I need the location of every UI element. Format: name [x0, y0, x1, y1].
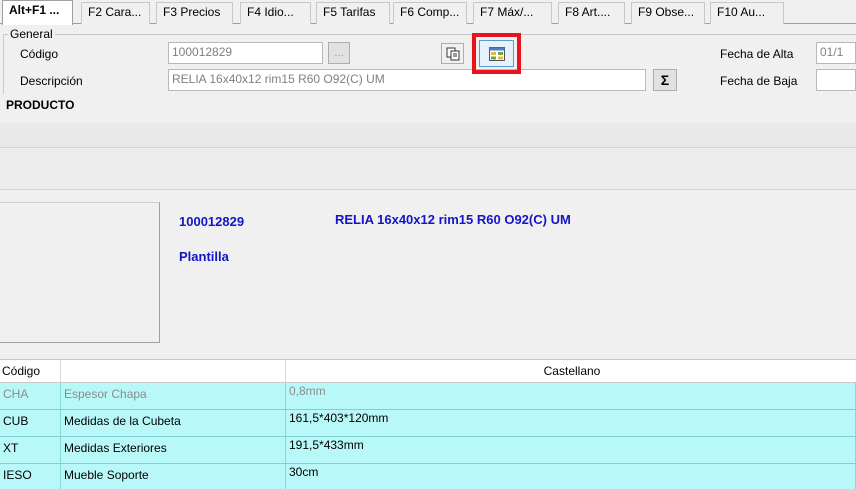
- tab-strip: Alt+F1 ... F2 Cara... F3 Precios F4 Idio…: [0, 0, 856, 25]
- row-code: XT: [0, 437, 61, 463]
- codigo-label: Código: [20, 47, 59, 61]
- table-row[interactable]: IESO Mueble Soporte 30cm: [0, 464, 856, 489]
- fecha-alta-label: Fecha de Alta: [720, 47, 794, 61]
- tab-compras[interactable]: F6 Comp...: [393, 2, 467, 24]
- tab-idiomas[interactable]: F4 Idio...: [240, 2, 311, 24]
- grid-header: Código Castellano: [0, 359, 856, 383]
- col-codigo-header[interactable]: Código: [0, 360, 61, 383]
- row-value[interactable]: 0,8mm: [286, 383, 856, 409]
- fecha-baja-label: Fecha de Baja: [720, 74, 798, 88]
- row-code: IESO: [0, 464, 61, 489]
- tab-observaciones[interactable]: F9 Obse...: [631, 2, 705, 24]
- row-name: Espesor Chapa: [61, 383, 286, 409]
- tab-auxiliar[interactable]: F10 Au...: [710, 2, 784, 24]
- tab-articulos[interactable]: F8 Art....: [558, 2, 625, 24]
- copy-icon: [446, 47, 459, 60]
- general-group-title: General: [8, 27, 55, 41]
- product-image-box: [0, 202, 160, 343]
- col-castellano-header[interactable]: Castellano: [286, 360, 856, 383]
- row-code: CUB: [0, 410, 61, 436]
- tab-caracteristicas[interactable]: F2 Cara...: [81, 2, 150, 24]
- header-band-1: [0, 123, 856, 148]
- row-value[interactable]: 191,5*433mm: [286, 437, 856, 463]
- codigo-field[interactable]: 100012829: [168, 42, 323, 64]
- table-row[interactable]: CUB Medidas de la Cubeta 161,5*403*120mm: [0, 410, 856, 437]
- row-code: CHA: [0, 383, 61, 409]
- product-code: 100012829: [179, 214, 245, 229]
- producto-title: PRODUCTO: [6, 98, 75, 112]
- table-row[interactable]: CHA Espesor Chapa 0,8mm: [0, 383, 856, 410]
- fecha-alta-field[interactable]: 01/1: [816, 42, 856, 64]
- copy-button[interactable]: [441, 43, 464, 64]
- row-name: Medidas de la Cubeta: [61, 410, 286, 436]
- product-subtitle: Plantilla: [179, 249, 229, 264]
- tab-maximos[interactable]: F7 Máx/...: [473, 2, 552, 24]
- descripcion-label: Descripción: [20, 74, 83, 88]
- sigma-button[interactable]: Σ: [653, 69, 677, 91]
- table-row[interactable]: XT Medidas Exteriores 191,5*433mm: [0, 437, 856, 464]
- grid-view-button[interactable]: [479, 40, 514, 67]
- fecha-baja-field[interactable]: [816, 69, 856, 91]
- tab-tarifas[interactable]: F5 Tarifas: [316, 2, 390, 24]
- header-band-2: [0, 148, 856, 190]
- tab-general[interactable]: Alt+F1 ...: [2, 0, 73, 25]
- descripcion-field[interactable]: RELIA 16x40x12 rim15 R60 O92(C) UM: [168, 69, 646, 91]
- grid-view-icon: [488, 46, 505, 61]
- row-value[interactable]: 30cm: [286, 464, 856, 489]
- row-name: Medidas Exteriores: [61, 437, 286, 463]
- row-value[interactable]: 161,5*403*120mm: [286, 410, 856, 436]
- row-name: Mueble Soporte: [61, 464, 286, 489]
- browse-button[interactable]: ...: [328, 42, 350, 64]
- col-nombre-header[interactable]: [61, 360, 286, 383]
- product-description: RELIA 16x40x12 rim15 R60 O92(C) UM: [335, 212, 571, 227]
- tab-precios[interactable]: F3 Precios: [156, 2, 233, 24]
